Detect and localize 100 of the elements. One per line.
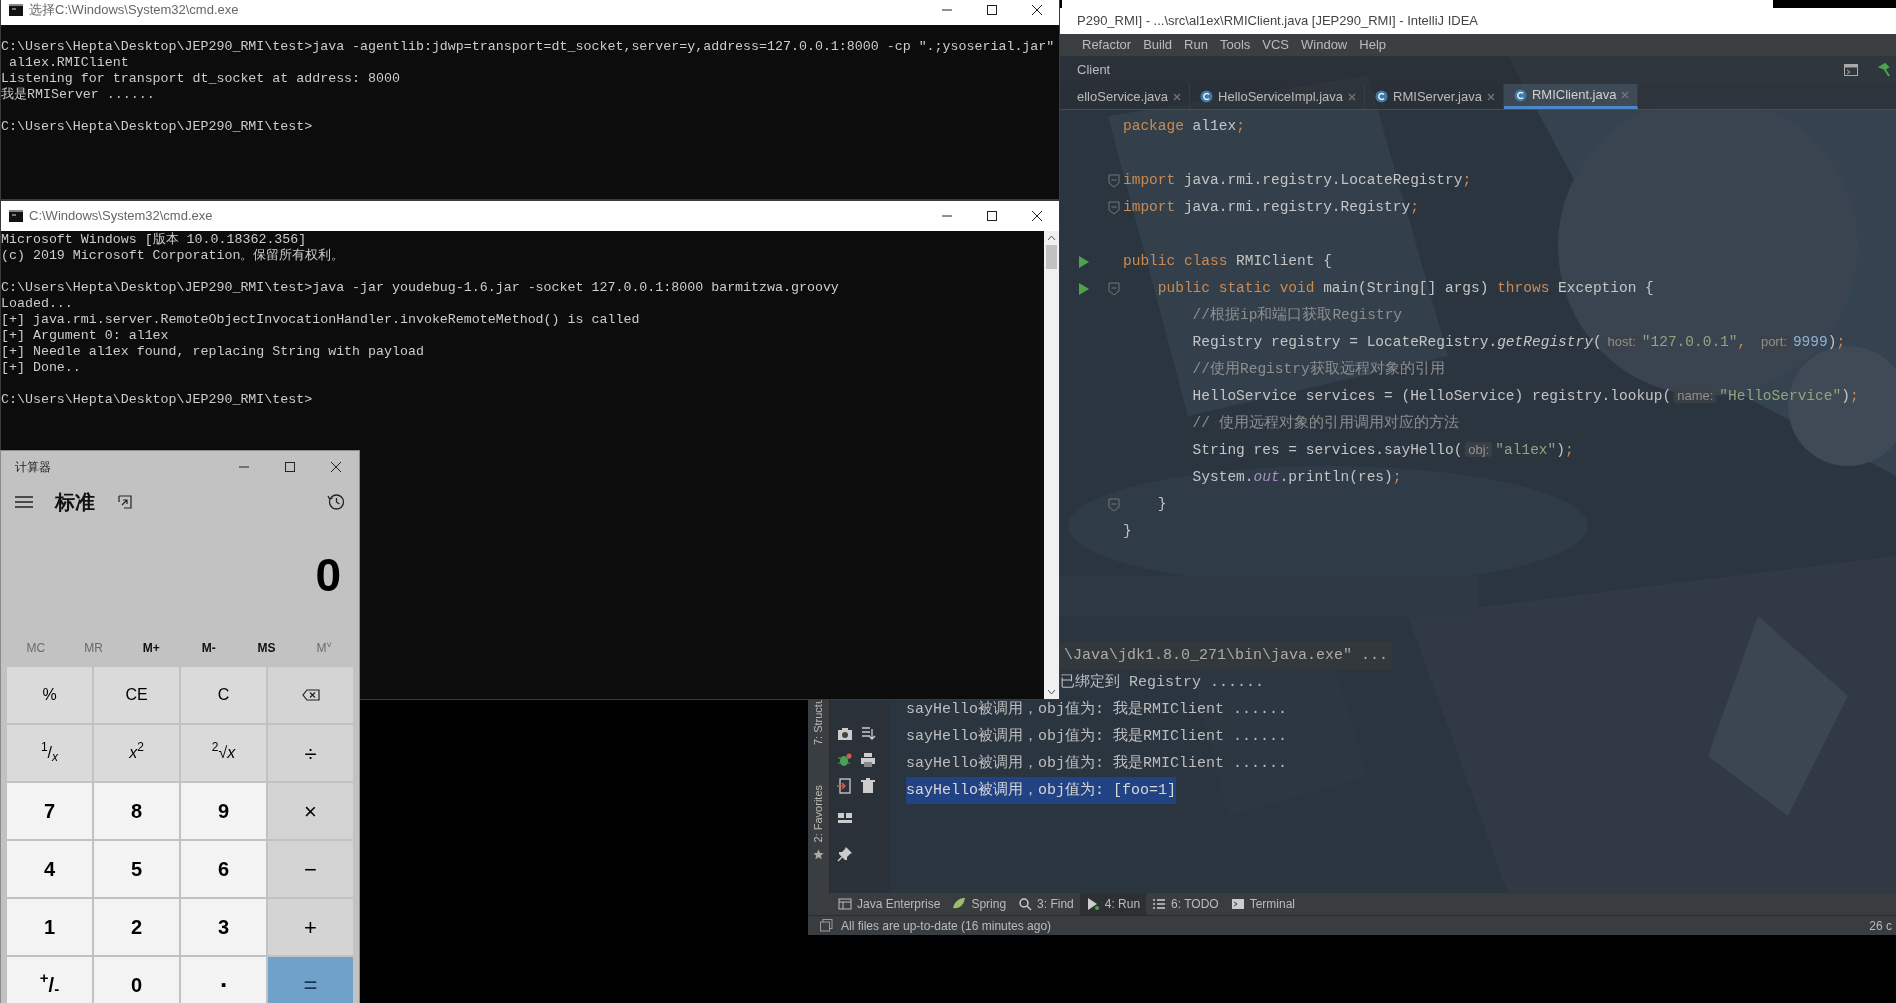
function-key[interactable]: $^{1}$/$_{x}$	[7, 725, 92, 781]
backspace-icon	[301, 689, 320, 701]
function-key[interactable]: $^{2}$√x	[181, 725, 266, 781]
camera-icon[interactable]	[837, 726, 853, 742]
run-icon[interactable]	[1078, 254, 1090, 269]
function-key[interactable]: CE	[94, 667, 179, 723]
code-line: }	[1123, 521, 1132, 541]
menu-item[interactable]: Help	[1357, 35, 1388, 55]
console-line: 已绑定到 Registry ......	[1060, 672, 1265, 693]
digit-key[interactable]: $^{+}$/$_{-}$	[7, 957, 92, 1003]
code-line: package al1ex;	[1123, 116, 1245, 136]
scrollbar[interactable]	[1044, 231, 1059, 699]
layout-icon[interactable]	[837, 810, 853, 826]
tool-window-tab[interactable]: Java Enterprise	[832, 893, 947, 915]
pin-icon[interactable]	[837, 846, 853, 862]
maximize-icon[interactable]	[284, 461, 296, 473]
function-key[interactable]: x$^{2}$	[94, 725, 179, 781]
menu-button[interactable]	[15, 494, 35, 510]
console-line: Listening for transport dt_socket at address: 8000	[1, 71, 401, 87]
console-line: C:\Users\Hepta\Desktop\JEP290_RMI\test>	[1, 119, 314, 135]
digit-key[interactable]: 1	[7, 899, 92, 955]
hammer-icon[interactable]	[1878, 63, 1890, 77]
class-icon	[1375, 90, 1389, 103]
bug-icon[interactable]	[837, 752, 853, 768]
operator-key[interactable]: +	[268, 899, 353, 955]
menu-item[interactable]: Run	[1182, 35, 1210, 55]
menu-icon	[15, 496, 33, 508]
trash-icon[interactable]	[860, 778, 876, 794]
fold-icon[interactable]	[1108, 281, 1120, 296]
tool-window-tab[interactable]: 7: Structu	[810, 698, 827, 746]
digit-key[interactable]: 3	[181, 899, 266, 955]
console-line: sayHello被调用，obj值为: 我是RMIClient ......	[906, 753, 1288, 774]
fold-icon[interactable]	[1108, 200, 1120, 215]
close-icon[interactable]	[1030, 210, 1043, 222]
breadcrumb[interactable]: Client	[1077, 60, 1111, 80]
console-line: [+] Needle al1ex found, replacing String with payload	[1, 344, 425, 360]
window-icon[interactable]	[1844, 64, 1858, 76]
tool-window-tab[interactable]: 2: Favorites	[810, 785, 827, 843]
tool-window-tab[interactable]: 3: Find	[1012, 893, 1080, 915]
backspace-button[interactable]	[268, 667, 353, 723]
decimal-key[interactable]: .	[181, 957, 266, 1003]
tool-window-tab[interactable]: Terminal	[1224, 893, 1302, 915]
scrollbar-thumb[interactable]	[1046, 245, 1057, 269]
console-line: Loaded...	[1, 296, 74, 312]
operator-key[interactable]: ÷	[268, 725, 353, 781]
code-line: //根据ip和端口获取Registry	[1191, 305, 1403, 325]
maximize-icon[interactable]	[985, 210, 998, 222]
sort-down-icon[interactable]	[860, 726, 876, 742]
close-icon[interactable]	[1030, 4, 1043, 16]
terminal-icon	[9, 210, 23, 222]
fold-icon[interactable]	[1108, 497, 1120, 512]
window-title: P290_RMI] - ...\src\al1ex\RMIClient.java [JEP290_RMI] - IntelliJ IDEA	[1077, 12, 1478, 31]
console-line: 我是RMIServer ......	[1, 87, 156, 103]
status-icon[interactable]	[820, 919, 833, 932]
console-line: [+] Argument 0: al1ex	[1, 328, 170, 344]
digit-key[interactable]: 2	[94, 899, 179, 955]
tool-window-tab[interactable]: 4: Run	[1079, 893, 1147, 915]
star-icon[interactable]	[813, 848, 824, 860]
memory-button[interactable]: M+	[122, 639, 180, 657]
run-icon[interactable]	[1078, 281, 1090, 296]
menu-item[interactable]: Refactor	[1080, 35, 1134, 55]
editor-tab[interactable]: RMIClient.java	[1503, 84, 1639, 109]
exit-icon[interactable]	[837, 778, 853, 794]
code-line: public class RMIClient {	[1123, 251, 1332, 271]
menu-item[interactable]: Build	[1141, 35, 1175, 55]
function-key[interactable]: %	[7, 667, 92, 723]
print-icon[interactable]	[860, 752, 876, 768]
operator-key[interactable]: ×	[268, 783, 353, 839]
tool-window-tab[interactable]: Spring	[946, 893, 1013, 915]
menu-item[interactable]: Window	[1299, 35, 1350, 55]
close-icon[interactable]	[330, 461, 342, 473]
digit-key[interactable]: 6	[181, 841, 266, 897]
function-key[interactable]: C	[181, 667, 266, 723]
editor-tab[interactable]: RMIServer.java	[1365, 84, 1504, 109]
editor-tab[interactable]: elloService.java	[1077, 84, 1191, 109]
code-line: public static void main(String[] args) throws Exception {	[1156, 278, 1654, 298]
memory-button[interactable]: M-	[180, 639, 238, 657]
display-value: 0	[315, 552, 341, 598]
fold-icon[interactable]	[1108, 173, 1120, 188]
menu-item[interactable]: VCS	[1260, 35, 1291, 55]
history-icon[interactable]	[327, 493, 345, 511]
maximize-icon[interactable]	[985, 4, 998, 16]
console-line: C:\Users\Hepta\Desktop\JEP290_RMI\test>	[1, 392, 314, 408]
code-line: import java.rmi.registry.Registry;	[1123, 197, 1419, 217]
digit-key[interactable]: 8	[94, 783, 179, 839]
memory-button[interactable]: MS	[237, 639, 296, 657]
code-line: }	[1156, 494, 1167, 514]
digit-key[interactable]: 4	[7, 841, 92, 897]
digit-key[interactable]: 7	[7, 783, 92, 839]
keep-on-top-icon[interactable]	[117, 494, 133, 510]
operator-key[interactable]: −	[268, 841, 353, 897]
editor-tab[interactable]: HelloServiceImpl.java	[1190, 84, 1366, 109]
menu-item[interactable]: Tools	[1217, 35, 1253, 55]
tool-window-tab[interactable]: 6: TODO	[1146, 893, 1225, 915]
digit-key[interactable]: 9	[181, 783, 266, 839]
digit-key[interactable]: 5	[94, 841, 179, 897]
window-title: 计算器	[15, 459, 51, 476]
list-icon	[1152, 897, 1167, 911]
equals-key[interactable]: =	[268, 957, 353, 1003]
digit-key[interactable]: 0	[94, 957, 179, 1003]
